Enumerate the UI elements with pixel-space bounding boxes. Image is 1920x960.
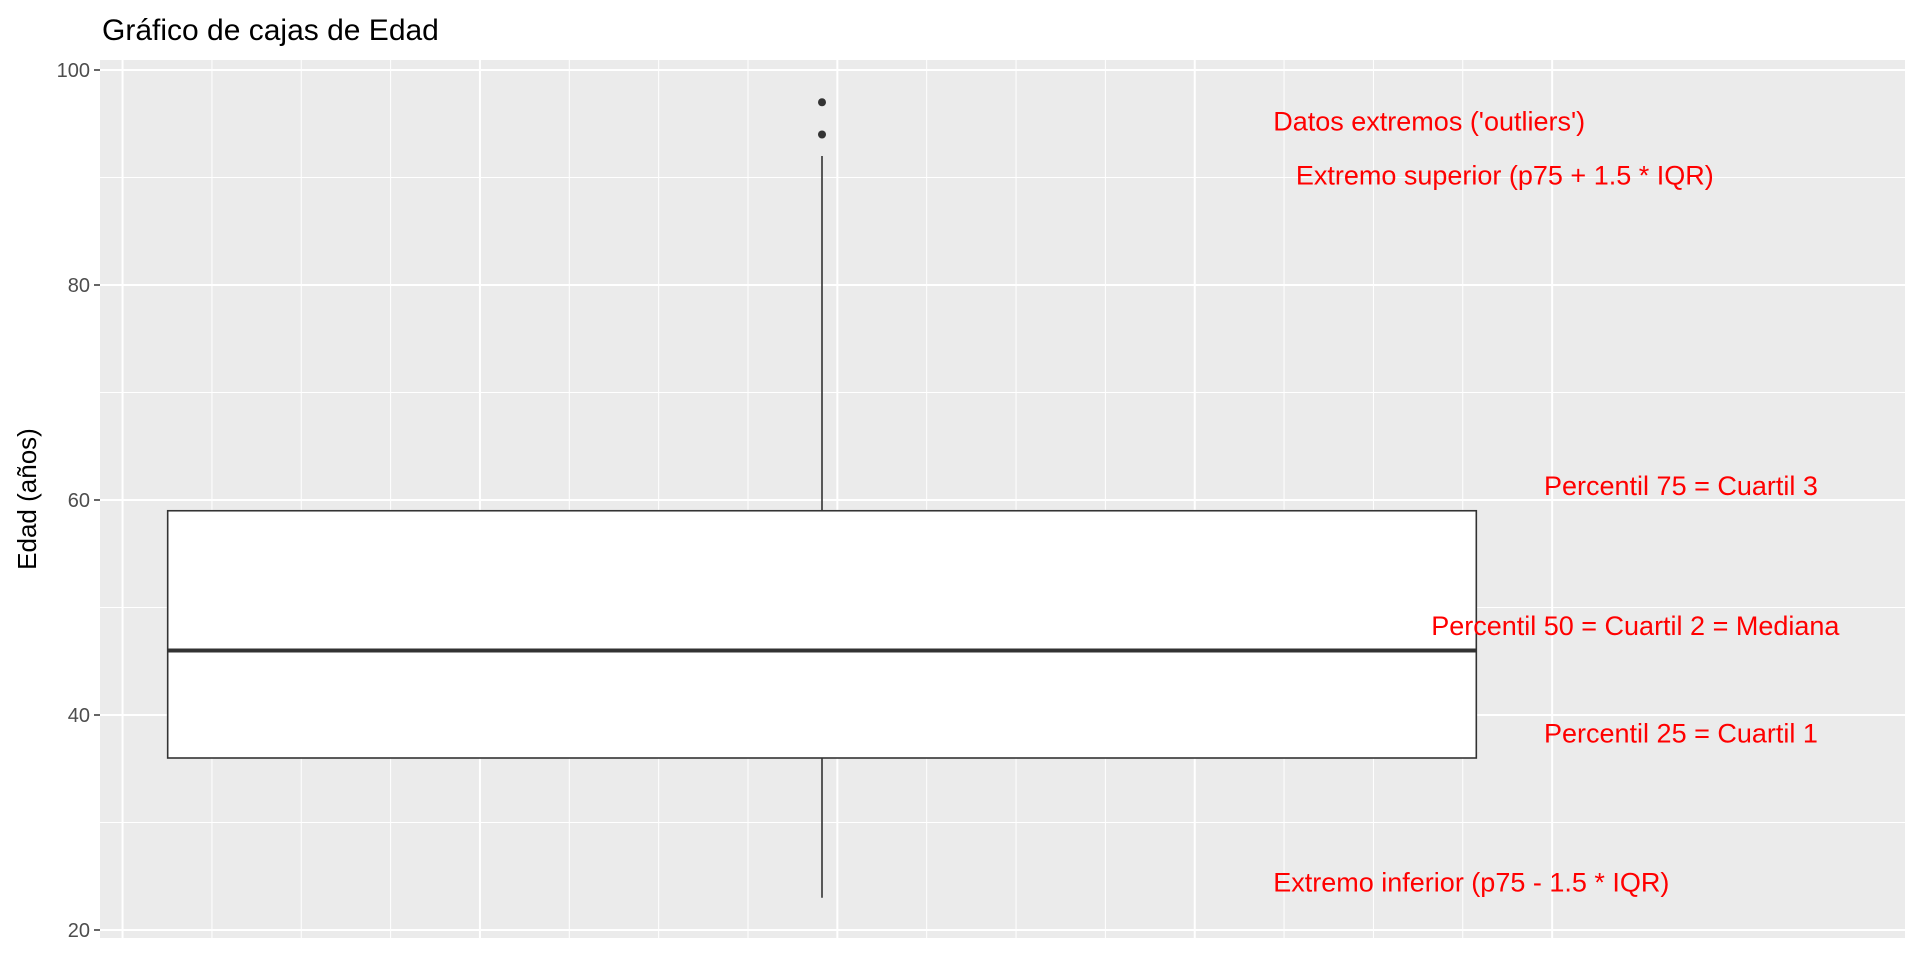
y-axis: 20 40 60 80 100 <box>57 60 100 942</box>
boxplot-chart: Gráfico de cajas de Edad 20 40 60 80 100 Eda… <box>12 14 1905 942</box>
annotation-label: Datos extremos ('outliers') <box>1273 107 1585 137</box>
chart-title: Gráfico de cajas de Edad <box>102 14 439 47</box>
y-axis-label: Edad (años) <box>12 428 42 570</box>
annotation-label: Percentil 75 = Cuartil 3 <box>1544 471 1818 501</box>
y-tick-label: 40 <box>68 705 90 727</box>
outlier-point <box>818 130 826 139</box>
outlier-point <box>818 98 826 107</box>
annotation-label: Percentil 25 = Cuartil 1 <box>1544 718 1818 748</box>
annotation-label: Extremo superior (p75 + 1.5 * IQR) <box>1296 160 1714 190</box>
annotation-label: Percentil 50 = Cuartil 2 = Mediana <box>1431 611 1840 641</box>
interquartile-box <box>166 509 1478 759</box>
y-tick-label: 20 <box>68 920 90 942</box>
annotation-label: Extremo inferior (p75 - 1.5 * IQR) <box>1273 868 1669 898</box>
y-tick-label: 60 <box>68 490 90 512</box>
y-tick-label: 80 <box>68 275 90 297</box>
y-tick-label: 100 <box>57 60 90 82</box>
